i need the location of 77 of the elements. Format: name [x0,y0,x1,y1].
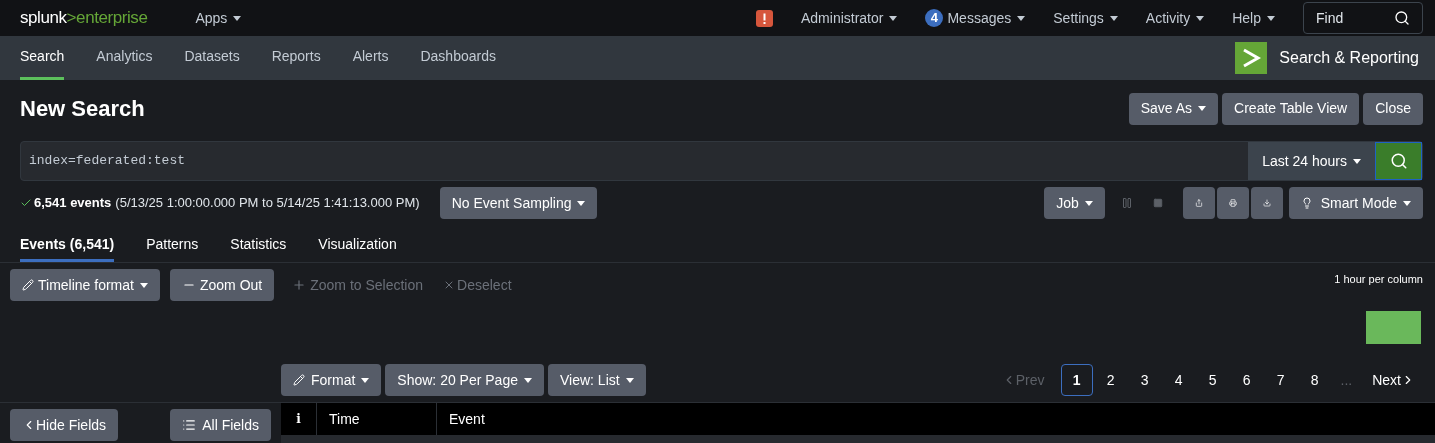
column-header[interactable]: Event [437,403,1435,435]
app-tab[interactable]: Search [20,36,65,80]
nav-menu[interactable]: Settings [1053,7,1118,29]
caret-icon [577,200,586,206]
nav-menu[interactable]: Help [1232,7,1275,29]
lightbulb-icon [1300,197,1313,209]
message-count-badge: 4 [925,9,944,27]
app-tab[interactable]: Analytics [96,36,153,80]
caret-icon [889,15,898,21]
page-link[interactable]: 1 [1060,364,1093,396]
alert-icon[interactable] [756,9,773,27]
page-link[interactable]: 2 [1094,364,1127,396]
app-tab[interactable]: Alerts [352,36,389,80]
print-icon [1228,197,1237,209]
page-ellipsis: ... [1340,370,1353,390]
results-option-button[interactable]: Show: 20 Per Page [385,364,544,396]
plus-icon [292,278,307,292]
results-tab[interactable]: Statistics [230,229,287,262]
list-icon [182,418,197,432]
find-field[interactable]: Find [1303,2,1423,34]
app-tab[interactable]: Datasets [184,36,240,80]
caret-icon [1109,15,1118,21]
pencil-icon [293,374,305,386]
caret-icon [1017,15,1026,21]
action-button[interactable]: Close [1363,92,1423,125]
share-icon [1194,197,1203,209]
results-tab[interactable]: Patterns [146,229,199,262]
caret-icon [625,377,634,383]
splunk-logo[interactable]: splunk>enterprise [20,5,148,31]
results-tab[interactable]: Events (6,541) [20,229,115,262]
next-page-link[interactable]: Next [1372,369,1415,391]
apps-menu[interactable]: Apps [195,7,242,29]
print-button[interactable] [1216,187,1249,219]
time-range-text: (5/13/25 1:00:00.000 PM to 5/14/25 1:41:13.000 PM) [115,194,420,213]
nav-menu[interactable]: Administrator [801,7,898,29]
timeline-button[interactable]: Zoom Out [169,269,275,301]
page-link[interactable]: 8 [1298,364,1331,396]
page-title: New Search [20,95,145,123]
share-button[interactable] [1182,187,1215,219]
caret-icon [1267,15,1275,21]
caret-icon [361,377,370,383]
app-name: Search & Reporting [1279,48,1419,68]
job-menu[interactable]: Job [1044,187,1105,219]
hide-fields-button[interactable]: Hide Fields [10,409,119,441]
caret-icon [1403,200,1411,206]
search-icon[interactable] [1394,10,1410,26]
search-mode-menu[interactable]: Smart Mode [1288,187,1423,219]
check-icon [20,197,32,209]
caret-icon [1084,200,1093,206]
page-link[interactable]: 3 [1128,364,1161,396]
find-input[interactable]: Find [1316,7,1394,29]
download-icon [1262,197,1271,209]
caret-icon [524,377,532,383]
results-tab[interactable]: Visualization [318,229,397,262]
nav-menu[interactable]: Messages [947,7,1026,29]
export-button[interactable] [1250,187,1283,219]
page-link[interactable]: 6 [1230,364,1263,396]
page-link[interactable]: 5 [1196,364,1229,396]
caret-icon [233,15,242,21]
caret-icon [1196,15,1205,21]
app-tab[interactable]: Reports [271,36,321,80]
timeline-button[interactable]: Timeline format [10,269,160,301]
all-fields-button[interactable]: All Fields [170,409,271,441]
action-button[interactable]: Create Table View [1222,92,1360,125]
app-tab[interactable]: Dashboards [420,36,496,80]
pencil-icon [22,279,34,291]
results-option-button[interactable]: Format [281,364,382,396]
sampling-dropdown[interactable]: No Event Sampling [439,187,598,219]
timeline-scale: 1 hour per column [1334,271,1423,287]
action-button[interactable]: Save As [1128,92,1219,125]
page-link[interactable]: 7 [1264,364,1297,396]
results-option-button[interactable]: View: List [548,364,646,396]
event-count: 6,541 events [34,194,112,213]
app-logo-icon [1235,42,1268,74]
nav-menu[interactable]: Activity [1145,7,1205,29]
page-link[interactable]: 4 [1162,364,1195,396]
caret-icon [139,282,148,288]
